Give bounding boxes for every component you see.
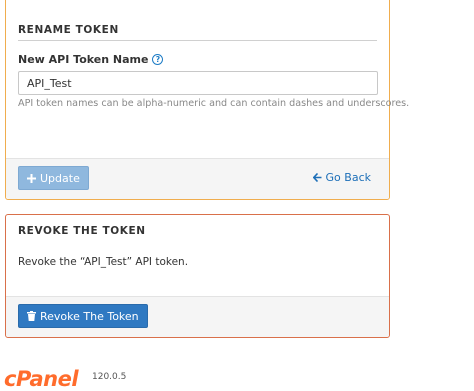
revoke-panel-footer: Revoke The Token [6,296,389,337]
go-back-label: Go Back [325,171,371,184]
rename-panel-footer: Update Go Back [6,158,389,199]
revoke-token-panel: REVOKE THE TOKEN Revoke the “API_Test” A… [5,214,390,338]
token-name-label: New API Token Name ? [18,53,164,66]
title-divider [18,40,377,41]
revoke-token-button-label: Revoke The Token [40,309,139,323]
version-label: 120.0.5 [92,372,127,382]
update-button-label: Update [40,171,80,185]
go-back-link[interactable]: Go Back [312,171,371,184]
plus-icon [27,173,36,183]
revoke-token-button[interactable]: Revoke The Token [18,304,148,328]
question-circle-icon[interactable]: ? [152,54,164,65]
token-name-help-text: API token names can be alpha-numeric and… [18,98,410,109]
rename-token-panel: RENAME TOKEN New API Token Name ? API to… [5,0,409,200]
revoke-message: Revoke the “API_Test” API token. [18,256,189,268]
cpanel-logo[interactable]: cPanel [4,367,79,391]
trash-icon [27,311,36,321]
token-name-input[interactable] [18,71,378,95]
arrow-left-icon [312,173,322,182]
revoke-panel-title: REVOKE THE TOKEN [18,225,146,237]
token-name-label-text: New API Token Name [18,53,149,66]
rename-panel-title: RENAME TOKEN [18,24,119,36]
update-button[interactable]: Update [18,166,89,190]
